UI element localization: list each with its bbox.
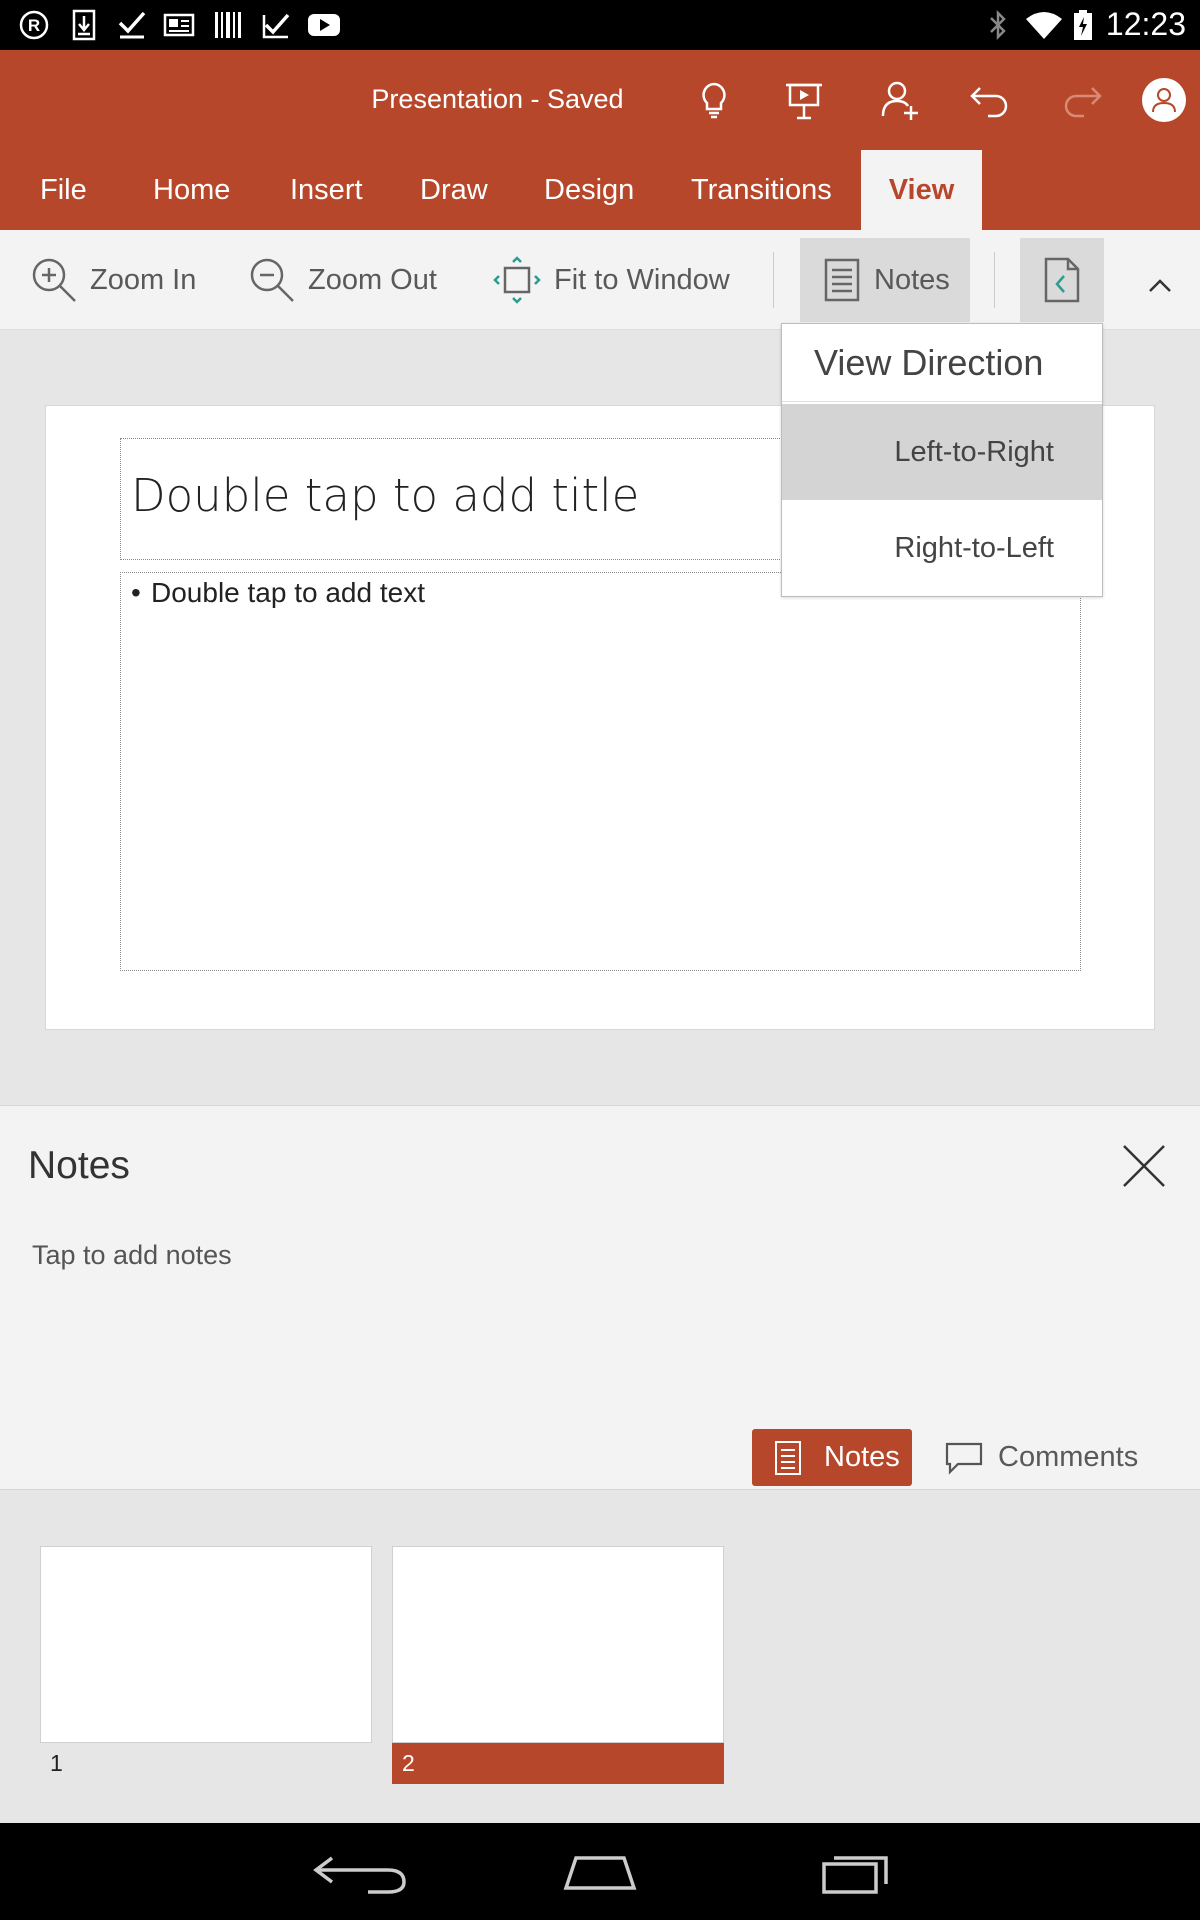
home-icon[interactable] [562, 1848, 638, 1896]
body-placeholder[interactable]: • Double tap to add text [120, 572, 1081, 971]
slide-thumbnail[interactable]: 1 [40, 1546, 372, 1784]
tab-file[interactable]: File [40, 150, 87, 230]
notes-tab-button[interactable]: Notes [752, 1429, 912, 1486]
svg-text:R: R [28, 16, 40, 35]
chevron-up-icon[interactable] [1146, 274, 1174, 298]
thumbnail-image [392, 1546, 724, 1743]
clock: 12:23 [1105, 6, 1186, 42]
redo-icon[interactable] [1058, 76, 1106, 124]
bluetooth-icon [990, 9, 1006, 41]
youtube-icon [308, 14, 340, 36]
zoom-in-icon [32, 258, 76, 302]
tab-view[interactable]: View [861, 150, 982, 230]
barcode-icon [215, 12, 241, 38]
check-icon [118, 11, 146, 39]
title-placeholder-text: Double tap to add title [131, 469, 640, 522]
recents-icon[interactable] [820, 1848, 892, 1896]
notes-icon [775, 1440, 801, 1475]
notes-pane-title: Notes [28, 1144, 130, 1187]
close-icon[interactable] [1120, 1142, 1168, 1190]
checklist-icon [262, 13, 290, 39]
share-icon[interactable] [875, 76, 923, 124]
back-icon[interactable] [308, 1848, 412, 1896]
notes-pane: Notes Tap to add notes Notes Comments [0, 1105, 1200, 1490]
notes-toggle-button[interactable]: Notes [800, 238, 970, 322]
page-direction-icon [1044, 257, 1080, 303]
comment-icon [945, 1442, 983, 1475]
tab-insert[interactable]: Insert [290, 150, 363, 230]
body-placeholder-text: Double tap to add text [151, 577, 425, 608]
menu-header: View Direction [782, 324, 1102, 402]
menu-item-left-to-right[interactable]: Left-to-Right [782, 404, 1102, 500]
tab-draw[interactable]: Draw [420, 150, 488, 230]
notes-input[interactable]: Tap to add notes [32, 1240, 232, 1271]
registered-icon: R [19, 10, 49, 40]
wifi-icon [1026, 12, 1062, 39]
toolbar-divider [994, 252, 995, 308]
tab-design[interactable]: Design [544, 150, 634, 230]
slide-thumbnails: 1 2 [0, 1490, 1200, 1823]
zoom-in-button[interactable]: Zoom In [30, 252, 196, 308]
view-direction-button[interactable] [1020, 238, 1104, 322]
tab-transitions[interactable]: Transitions [691, 150, 832, 230]
tab-home[interactable]: Home [153, 150, 230, 230]
slide-thumbnail[interactable]: 2 [392, 1546, 724, 1784]
notes-icon [824, 258, 860, 302]
toolbar-divider [773, 252, 774, 308]
view-toolbar: Zoom In Zoom Out Fit to Window Notes [0, 230, 1200, 330]
slide-number: 2 [392, 1743, 724, 1784]
battery-icon [1074, 10, 1092, 40]
fit-to-window-button[interactable]: Fit to Window [492, 252, 730, 308]
notes-toggle-label: Notes [874, 263, 950, 296]
comments-tab-label: Comments [998, 1441, 1139, 1473]
fit-to-window-label: Fit to Window [554, 263, 730, 296]
view-direction-menu: View Direction Left-to-Right Right-to-Le… [781, 323, 1103, 597]
notes-tab-label: Notes [824, 1441, 900, 1473]
system-nav-bar [0, 1823, 1200, 1920]
fit-to-window-icon [493, 256, 541, 304]
bullet: • [131, 577, 141, 608]
download-icon [72, 9, 96, 41]
lightbulb-icon[interactable] [690, 76, 738, 124]
comments-tab-button[interactable]: Comments [944, 1429, 1144, 1486]
thumbnail-image [40, 1546, 372, 1743]
zoom-out-label: Zoom Out [308, 263, 437, 296]
menu-item-right-to-left[interactable]: Right-to-Left [782, 500, 1102, 596]
zoom-in-label: Zoom In [90, 263, 197, 296]
present-icon[interactable] [780, 76, 828, 124]
title-bar: Presentation - Saved [0, 50, 1200, 150]
zoom-out-icon [250, 258, 294, 302]
account-icon[interactable] [1140, 76, 1188, 124]
slide-number: 1 [50, 1750, 63, 1776]
news-icon [163, 13, 195, 37]
document-title[interactable]: Presentation - Saved [0, 84, 995, 115]
undo-icon[interactable] [966, 76, 1014, 124]
zoom-out-button[interactable]: Zoom Out [248, 252, 437, 308]
ribbon-tabs: File Home Insert Draw Design Transitions… [0, 150, 1200, 347]
status-bar: R 12:23 [0, 0, 1200, 50]
